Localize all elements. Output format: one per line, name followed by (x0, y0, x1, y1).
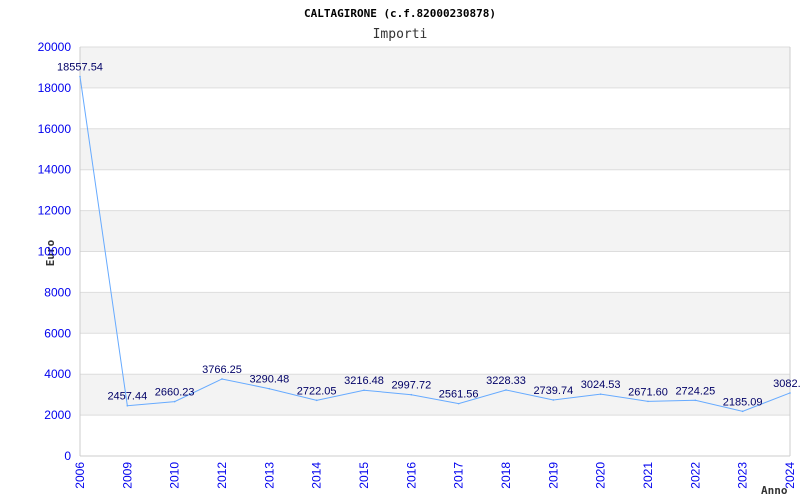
x-tick-label: 2018 (499, 462, 513, 489)
data-label: 2739.74 (533, 385, 573, 397)
x-tick-label: 2012 (215, 462, 229, 489)
data-point (410, 393, 413, 396)
data-label: 18557.54 (57, 61, 103, 73)
y-tick-label: 8000 (44, 285, 71, 299)
x-tick-label: 2006 (73, 462, 87, 489)
y-tick-label: 18000 (38, 81, 72, 95)
data-point (599, 393, 602, 395)
background-band (80, 47, 790, 88)
x-tick-label: 2010 (168, 462, 182, 489)
y-tick-label: 6000 (44, 326, 71, 340)
data-point (315, 399, 318, 402)
data-point (457, 402, 460, 405)
x-tick-label: 2016 (404, 462, 418, 489)
data-label: 2997.72 (391, 380, 431, 392)
data-label: 3290.48 (249, 374, 289, 386)
data-point (694, 399, 697, 402)
data-point (173, 400, 176, 403)
y-tick-label: 2000 (44, 408, 71, 422)
background-band (80, 210, 790, 252)
y-tick-label: 20000 (38, 40, 72, 54)
data-point (505, 389, 507, 391)
data-label: 3766.25 (202, 364, 242, 376)
data-point (363, 389, 365, 392)
x-tick-label: 2020 (594, 462, 608, 489)
data-point (741, 410, 744, 413)
line-chart: CALTAGIRONE (c.f.82000230878) Importi Eu… (38, 7, 800, 497)
chart-subtitle: Importi (373, 27, 428, 42)
data-label: 2671.60 (628, 386, 668, 398)
data-point (789, 392, 791, 394)
x-tick-label: 2009 (120, 462, 134, 489)
x-tick-label: 2022 (688, 462, 702, 489)
y-tick-label: 16000 (38, 122, 72, 136)
data-point (268, 387, 271, 390)
x-tick-label: 2019 (546, 462, 560, 489)
data-label: 2722.05 (297, 385, 337, 397)
x-tick-label: 2017 (452, 462, 466, 489)
data-point (647, 400, 649, 403)
data-label: 2457.44 (107, 391, 147, 403)
data-label: 3082.7 (773, 378, 800, 390)
y-tick-label: 12000 (38, 204, 72, 218)
y-tick-label: 4000 (44, 367, 71, 381)
data-label: 3024.53 (581, 379, 621, 391)
x-tick-label: 2015 (357, 462, 371, 489)
data-label: 2561.56 (439, 389, 479, 401)
chart-title: CALTAGIRONE (c.f.82000230878) (304, 7, 496, 20)
x-tick-label: 2014 (310, 462, 324, 489)
data-label: 2185.09 (723, 396, 763, 408)
data-point (126, 404, 129, 407)
x-tick-label: 2013 (262, 462, 276, 489)
data-label: 2660.23 (155, 387, 195, 399)
data-point (552, 399, 555, 401)
x-tick-label: 2021 (641, 462, 655, 489)
data-label: 3216.48 (344, 375, 384, 387)
background-band (80, 292, 790, 334)
y-tick-label: 10000 (38, 245, 72, 259)
y-tick-label: 0 (64, 449, 71, 463)
x-tick-label: 2024 (783, 462, 797, 489)
background-band (80, 128, 790, 170)
x-tick-label: 2023 (736, 462, 750, 489)
data-point (221, 378, 223, 380)
data-label: 2724.25 (675, 385, 715, 397)
y-tick-label: 14000 (38, 163, 72, 177)
data-label: 3228.33 (486, 375, 526, 387)
data-point (79, 75, 81, 78)
